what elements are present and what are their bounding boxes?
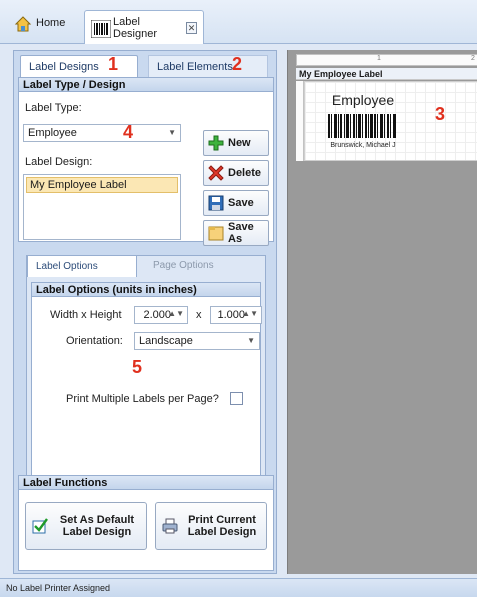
plus-icon bbox=[208, 135, 224, 151]
tab-home-label: Home bbox=[36, 17, 66, 29]
spinner-icon[interactable]: ▲▼ bbox=[168, 309, 184, 318]
annotation-number: 5 bbox=[132, 357, 143, 377]
annotation-number: 3 bbox=[435, 104, 446, 124]
status-text: No Label Printer Assigned bbox=[6, 583, 111, 593]
status-bar: No Label Printer Assigned bbox=[0, 578, 477, 597]
label-element-title[interactable]: Employee bbox=[305, 92, 421, 108]
print-multiple-label: Print Multiple Labels per Page? bbox=[66, 393, 219, 405]
label-options-group: Label Options (units in inches) Width x … bbox=[31, 282, 262, 476]
set-default-button[interactable]: Set As Default Label Design bbox=[25, 502, 147, 550]
chevron-down-icon: ▼ bbox=[247, 336, 255, 345]
print-current-label: Print Current Label Design bbox=[187, 514, 257, 538]
group-title: Label Functions bbox=[19, 476, 273, 490]
options-tabs: Label Options Page Options bbox=[27, 255, 267, 277]
new-button[interactable]: New bbox=[203, 130, 269, 156]
delete-button-label: Delete bbox=[228, 167, 262, 179]
list-item[interactable]: My Employee Label bbox=[26, 177, 178, 193]
height-stepper[interactable]: 1.000 ▲▼ bbox=[210, 306, 262, 324]
label-functions-group: Label Functions Set As Default Label Des… bbox=[18, 475, 274, 571]
set-default-label: Set As Default Label Design bbox=[59, 514, 135, 538]
delete-button[interactable]: Delete bbox=[203, 160, 269, 186]
label-type-label: Label Type: bbox=[25, 102, 82, 114]
home-icon bbox=[14, 15, 32, 32]
annotation-number: 4 bbox=[123, 122, 134, 142]
save-button-label: Save bbox=[228, 197, 254, 209]
label-design-list[interactable]: My Employee Label bbox=[23, 174, 181, 240]
height-value: 1.000 bbox=[217, 309, 245, 321]
width-height-label: Width x Height bbox=[50, 309, 122, 321]
tab-label-designer[interactable]: Label Designer ✕ bbox=[84, 10, 204, 44]
vertical-ruler bbox=[296, 81, 304, 161]
save-disk-icon bbox=[208, 195, 224, 211]
designer-subtabs: Label Designs Label Elements 1 2 bbox=[14, 51, 278, 77]
chevron-down-icon: ▼ bbox=[168, 128, 176, 137]
annotation-number: 2 bbox=[232, 54, 243, 74]
orientation-value: Landscape bbox=[139, 335, 193, 347]
orientation-select[interactable]: Landscape ▼ bbox=[134, 332, 260, 350]
preview-title: My Employee Label bbox=[296, 68, 477, 80]
save-as-button[interactable]: Save As bbox=[203, 220, 269, 246]
new-button-label: New bbox=[228, 137, 251, 149]
group-title: Label Type / Design bbox=[19, 78, 273, 92]
tab-home[interactable]: Home bbox=[8, 8, 78, 38]
print-current-button[interactable]: Print Current Label Design bbox=[155, 502, 267, 550]
printer-icon bbox=[162, 518, 178, 534]
label-preview-pane: 1 2 My Employee Label Employee Brunswick… bbox=[287, 50, 477, 574]
orientation-label: Orientation: bbox=[66, 335, 123, 347]
options-panel: Label Options Page Options Label Options… bbox=[26, 255, 266, 481]
horizontal-ruler: 1 2 bbox=[296, 54, 477, 66]
tab-page-options[interactable]: Page Options bbox=[145, 255, 255, 277]
print-multiple-checkbox[interactable] bbox=[230, 392, 243, 405]
group-title: Label Options (units in inches) bbox=[32, 283, 260, 297]
label-type-select[interactable]: Employee ▼ bbox=[23, 124, 181, 142]
label-preview-card[interactable]: Employee Brunswick, Michael J 3 bbox=[304, 81, 477, 161]
times-label: x bbox=[196, 309, 202, 321]
width-stepper[interactable]: 2.000 ▲▼ bbox=[134, 306, 188, 324]
tab-label-options[interactable]: Label Options bbox=[27, 255, 137, 277]
barcode-icon bbox=[90, 19, 112, 38]
annotation-number: 1 bbox=[108, 54, 119, 74]
ruler-mark: 2 bbox=[471, 55, 475, 62]
tab-label-designer-label: Label Designer bbox=[113, 15, 158, 40]
tab-label-elements[interactable]: Label Elements bbox=[148, 55, 268, 77]
ruler-mark: 1 bbox=[377, 55, 381, 62]
width-value: 2.000 bbox=[143, 309, 171, 321]
label-design-label: Label Design: bbox=[25, 156, 93, 168]
label-type-value: Employee bbox=[28, 127, 77, 139]
checkmark-icon bbox=[32, 518, 48, 534]
label-element-name[interactable]: Brunswick, Michael J bbox=[305, 142, 421, 149]
save-as-button-label: Save As bbox=[228, 221, 254, 245]
barcode-element[interactable] bbox=[327, 114, 397, 138]
designer-left-pane: Label Designs Label Elements 1 2 Label T… bbox=[13, 50, 277, 574]
label-type-design-group: Label Type / Design Label Type: Employee… bbox=[18, 77, 274, 246]
delete-x-icon bbox=[208, 165, 224, 181]
close-icon[interactable]: ✕ bbox=[185, 21, 197, 34]
save-as-folder-icon bbox=[208, 225, 224, 241]
document-tab-bar: Home Label Designer ✕ bbox=[0, 0, 477, 44]
save-button[interactable]: Save bbox=[203, 190, 269, 216]
tab-label-designs[interactable]: Label Designs bbox=[20, 55, 138, 77]
spinner-icon[interactable]: ▲▼ bbox=[242, 309, 258, 318]
